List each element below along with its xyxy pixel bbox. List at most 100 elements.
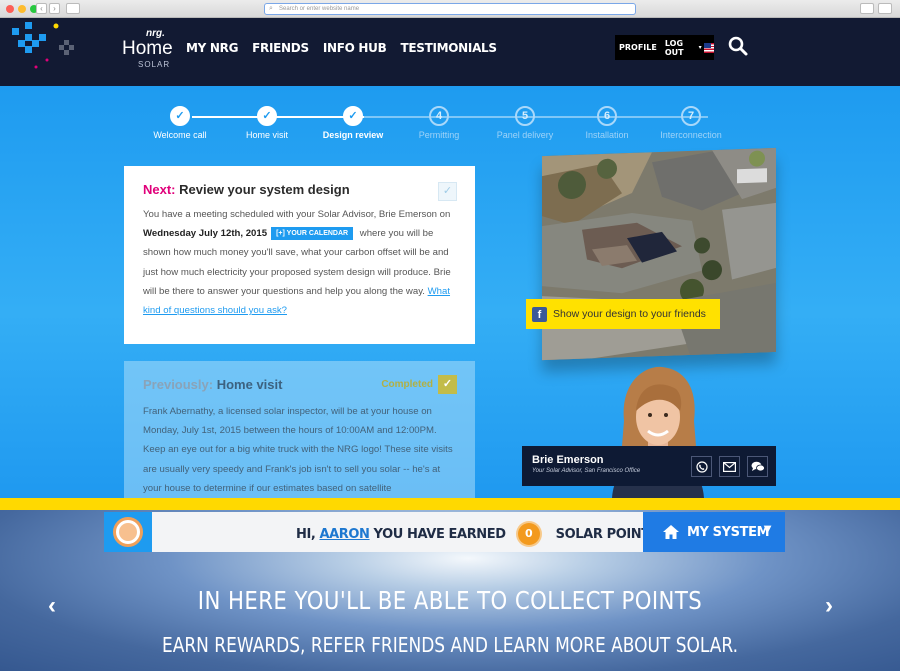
avatar-ring — [113, 517, 143, 547]
completed-badge: Completed ✓ — [381, 375, 457, 394]
yellow-divider — [0, 498, 900, 510]
check-icon[interactable]: ✓ — [438, 182, 457, 201]
step-label: Home visit — [222, 130, 312, 140]
nav-my-nrg[interactable]: MY NRG — [186, 41, 238, 55]
next-title-text: Review your system design — [179, 182, 350, 197]
step-design-review[interactable]: ✓ Design review — [308, 106, 398, 140]
promo-headline: IN HERE YOU'LL BE ABLE TO COLLECT POINTS — [68, 586, 833, 615]
step-interconnection[interactable]: 7 Interconnection — [646, 106, 736, 140]
language-dropdown-icon: ▾ — [699, 44, 702, 51]
advisor-role: Your Solar Advisor, San Francisco Office — [532, 468, 640, 474]
share-label: Show your design to your friends — [553, 308, 706, 320]
forward-button[interactable]: › — [49, 3, 60, 14]
my-system-label: MY SYSTEM — [687, 525, 769, 540]
brand-logo[interactable]: nrg. Home SOLAR — [118, 28, 178, 78]
browser-actions — [860, 3, 892, 14]
nrg-plus-logo-icon[interactable] — [12, 22, 82, 77]
tabs-icon[interactable] — [878, 3, 892, 14]
carousel-prev-arrow-icon[interactable]: ‹ — [48, 592, 56, 620]
step-label: Installation — [562, 130, 652, 140]
step-panel-delivery[interactable]: 5 Panel delivery — [480, 106, 570, 140]
close-window-button[interactable] — [6, 5, 14, 13]
progress-hero: ✓ Welcome call ✓ Home visit ✓ Design rev… — [0, 86, 900, 498]
step-label: Welcome call — [135, 130, 225, 140]
my-system-button[interactable]: MY SYSTEM ▼ — [643, 512, 785, 552]
facebook-icon: f — [532, 307, 547, 322]
carousel-next-arrow-icon[interactable]: › — [825, 592, 833, 620]
step-label: Panel delivery — [480, 130, 570, 140]
check-icon: ✓ — [170, 106, 190, 126]
profile-link[interactable]: PROFILE — [619, 43, 657, 52]
history-buttons: ‹ › — [36, 3, 60, 14]
brand-home: Home — [122, 38, 173, 60]
previous-step-description: Frank Abernathy, a licensed solar inspec… — [143, 402, 457, 498]
step-permitting[interactable]: 4 Permitting — [394, 106, 484, 140]
us-flag-icon[interactable] — [704, 43, 714, 53]
chevron-down-icon: ▼ — [764, 524, 771, 535]
step-home-visit[interactable]: ✓ Home visit — [222, 106, 312, 140]
previous-prefix: Previously: — [143, 377, 213, 392]
nav-friends[interactable]: FRIENDS — [252, 41, 309, 55]
step-welcome-call[interactable]: ✓ Welcome call — [135, 106, 225, 140]
next-step-card: Next: Review your system design ✓ You ha… — [124, 166, 475, 344]
home-icon — [663, 525, 679, 539]
next-step-title: Next: Review your system design — [143, 182, 457, 197]
window-controls — [6, 5, 38, 13]
points-value-badge: 0 — [518, 523, 540, 545]
advisor-name: Brie Emerson — [532, 454, 604, 466]
step-number: 6 — [597, 106, 617, 126]
earned-label: YOU HAVE EARNED — [374, 527, 506, 542]
phone-icon — [696, 461, 708, 473]
address-placeholder: Search or enter website name — [279, 6, 359, 12]
step-number: 5 — [515, 106, 535, 126]
next-step-description: You have a meeting scheduled with your S… — [143, 205, 457, 320]
nav-info-hub[interactable]: INFO HUB — [323, 41, 387, 55]
share-icon[interactable] — [860, 3, 874, 14]
step-number: 4 — [429, 106, 449, 126]
phone-button[interactable] — [691, 456, 712, 477]
check-icon: ✓ — [438, 375, 457, 394]
sidebar-toggle-button[interactable] — [66, 3, 80, 14]
search-icon: ⌕ — [269, 4, 273, 14]
back-button[interactable]: ‹ — [36, 3, 47, 14]
greeting-label: HI, — [296, 527, 315, 542]
address-bar[interactable]: ⌕ Search or enter website name — [264, 3, 636, 15]
next-text-1: You have a meeting scheduled with your S… — [143, 209, 450, 220]
promo-subheadline: EARN REWARDS, REFER FRIENDS AND LEARN MO… — [68, 633, 833, 657]
user-avatar[interactable] — [104, 512, 152, 552]
progress-steps: ✓ Welcome call ✓ Home visit ✓ Design rev… — [140, 106, 740, 146]
advisor-contact-actions — [691, 456, 768, 477]
check-icon: ✓ — [343, 106, 363, 126]
avatar-face — [119, 523, 137, 541]
step-label: Interconnection — [646, 130, 736, 140]
chat-button[interactable] — [747, 456, 768, 477]
user-name-link[interactable]: AARON — [319, 527, 369, 542]
step-installation[interactable]: 6 Installation — [562, 106, 652, 140]
step-label: Design review — [308, 130, 398, 140]
previous-step-card: Previously: Home visit Completed ✓ Frank… — [124, 361, 475, 498]
account-menu: PROFILE LOG OUT ▾ — [615, 35, 714, 60]
points-summary: HI, AARON YOU HAVE EARNED 0 SOLAR POINTS — [296, 523, 659, 545]
step-label: Permitting — [394, 130, 484, 140]
meeting-date: Wednesday July 12th, 2015 — [143, 228, 267, 239]
share-design-button[interactable]: f Show your design to your friends — [526, 299, 720, 329]
step-number: 7 — [681, 106, 701, 126]
nav-testimonials[interactable]: TESTIMONIALS — [400, 41, 496, 55]
email-button[interactable] — [719, 456, 740, 477]
logout-link[interactable]: LOG OUT — [665, 39, 691, 57]
minimize-window-button[interactable] — [18, 5, 26, 13]
check-icon: ✓ — [257, 106, 277, 126]
main-nav: MY NRG FRIENDS INFO HUB TESTIMONIALS — [186, 41, 497, 55]
solar-points-bar: HI, AARON YOU HAVE EARNED 0 SOLAR POINTS… — [104, 512, 785, 552]
brand-solar: SOLAR — [138, 60, 170, 69]
email-icon — [723, 462, 736, 472]
advisor-card: Brie Emerson Your Solar Advisor, San Fra… — [522, 446, 776, 486]
add-to-calendar-button[interactable]: [+] YOUR CALENDAR — [271, 227, 353, 240]
browser-toolbar: ‹ › ⌕ Search or enter website name — [0, 0, 900, 18]
site-header: nrg. Home SOLAR MY NRG FRIENDS INFO HUB … — [0, 18, 900, 86]
search-icon[interactable] — [727, 35, 749, 57]
promo-banner: HI, AARON YOU HAVE EARNED 0 SOLAR POINTS… — [0, 510, 900, 671]
previous-title-text: Home visit — [217, 377, 283, 392]
chat-icon — [751, 461, 765, 473]
completed-label: Completed — [381, 379, 433, 390]
